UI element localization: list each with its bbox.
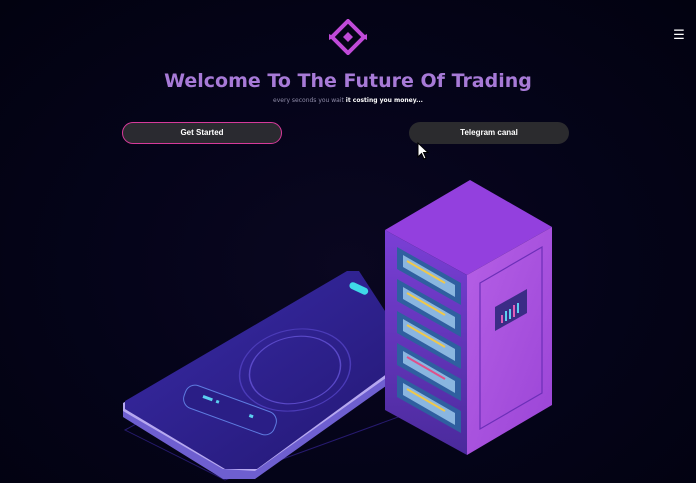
hero-title: Welcome To The Future Of Trading: [164, 70, 532, 92]
subtitle-prefix: every seconds you wait: [273, 97, 346, 104]
hamburger-menu-icon[interactable]: ☰: [672, 28, 686, 44]
diamond-logo-icon[interactable]: [329, 19, 367, 55]
mouse-cursor-icon: [417, 142, 429, 160]
server-rack: [385, 180, 552, 455]
hero-subtitle: every seconds you wait it costing you mo…: [0, 97, 696, 104]
telegram-canal-button[interactable]: Telegram canal: [409, 122, 569, 144]
subtitle-emphasis: it costing you money...: [345, 97, 423, 104]
server-and-tablet-illustration: [123, 180, 552, 481]
get-started-button[interactable]: Get Started: [122, 122, 282, 144]
